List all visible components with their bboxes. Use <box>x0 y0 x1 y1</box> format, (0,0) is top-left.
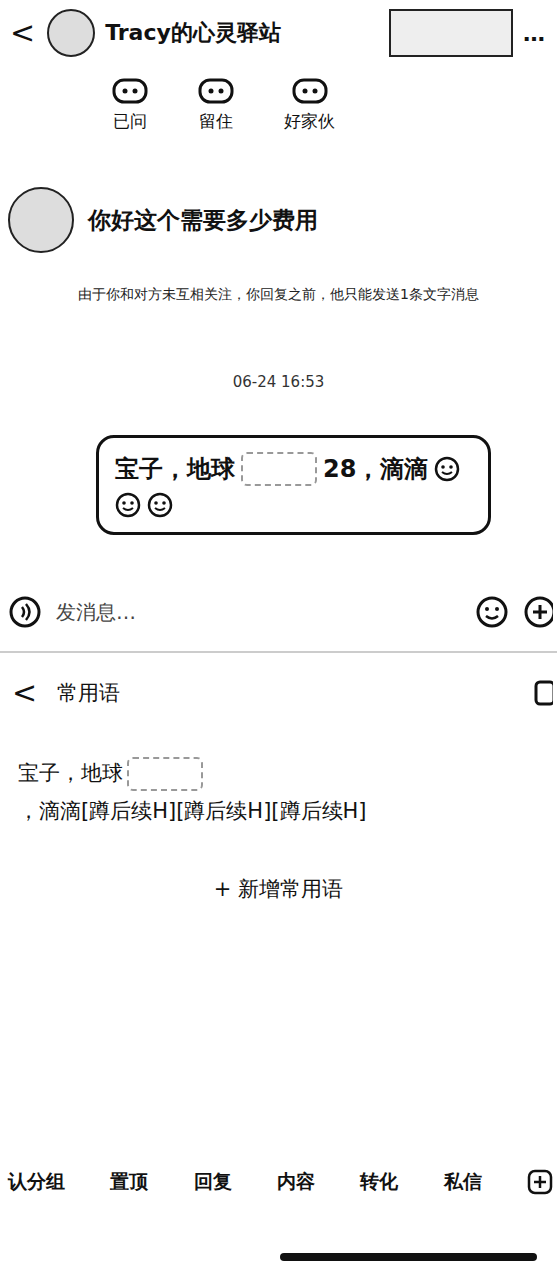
message-input[interactable]: 发消息… <box>56 599 461 626</box>
system-notice: 由于你和对方未互相关注，你回复之前，他只能发送1条文字消息 <box>0 256 557 305</box>
edit-icon[interactable] <box>533 680 553 706</box>
toolbar-item[interactable]: 内容 <box>277 1169 315 1195</box>
header-image <box>389 9 513 57</box>
redacted-area <box>127 757 203 791</box>
more-button[interactable]: … <box>523 21 549 46</box>
divider <box>0 651 557 653</box>
home-indicator <box>280 1253 537 1261</box>
voice-icon[interactable] <box>8 595 42 629</box>
toolbar-item[interactable]: 认分组 <box>8 1169 65 1195</box>
bottom-toolbar: 认分组 置顶 回复 内容 转化 私信 <box>0 1157 557 1207</box>
tag-item[interactable]: 好家伙 <box>284 78 335 148</box>
emoji-icon <box>115 492 141 518</box>
phrases-header: < 常用语 <box>0 653 557 715</box>
sender-avatar[interactable] <box>8 187 74 253</box>
tag-label: 好家伙 <box>284 110 335 133</box>
phrase-text: 宝子，地球 <box>18 757 123 791</box>
redacted-area <box>241 452 317 486</box>
toolbar-item[interactable]: 私信 <box>444 1169 482 1195</box>
back-button[interactable]: < <box>8 18 37 48</box>
top-bar: < Tracy的心灵驿站 … <box>0 0 557 60</box>
phrase-item[interactable]: 宝子，地球 ，滴滴[蹲后续H][蹲后续H][蹲后续H] <box>0 715 557 829</box>
toolbar-item[interactable]: 置顶 <box>110 1169 148 1195</box>
tag-icon <box>198 78 234 104</box>
timestamp: 06-24 16:53 <box>0 305 557 391</box>
tag-icon <box>112 78 148 104</box>
tag-icon <box>292 78 328 104</box>
emoji-icon <box>147 492 173 518</box>
draft-bubble[interactable]: 宝子，地球 28，滴滴 <box>96 435 491 535</box>
contact-title: Tracy的心灵驿站 <box>105 18 379 48</box>
toolbar-item[interactable]: 转化 <box>360 1169 398 1195</box>
tag-item[interactable]: 留住 <box>198 78 234 148</box>
add-icon[interactable] <box>527 1169 553 1195</box>
message-text: 你好这个需要多少费用 <box>88 205 318 236</box>
phrases-title: 常用语 <box>57 679 515 707</box>
tag-label: 留住 <box>199 110 233 133</box>
tag-row: 已问 留住 好家伙 <box>0 60 557 148</box>
draft-text: 宝子，地球 <box>115 453 235 485</box>
add-phrase-button[interactable]: + 新增常用语 <box>0 829 557 903</box>
emoji-icon <box>434 456 460 482</box>
phrase-text: ，滴滴[蹲后续H][蹲后续H][蹲后续H] <box>18 795 367 829</box>
tag-item[interactable]: 已问 <box>112 78 148 148</box>
contact-avatar[interactable] <box>47 9 95 57</box>
toolbar-item[interactable]: 回复 <box>194 1169 232 1195</box>
phrases-back-button[interactable]: < <box>10 678 39 708</box>
plus-icon[interactable] <box>523 595 553 629</box>
emoji-icon[interactable] <box>475 595 509 629</box>
message-row: 你好这个需要多少费用 <box>0 148 557 256</box>
tag-label: 已问 <box>113 110 147 133</box>
input-bar: 发消息… <box>0 535 557 637</box>
draft-text: 28，滴滴 <box>323 453 428 485</box>
spacer <box>0 903 557 1157</box>
